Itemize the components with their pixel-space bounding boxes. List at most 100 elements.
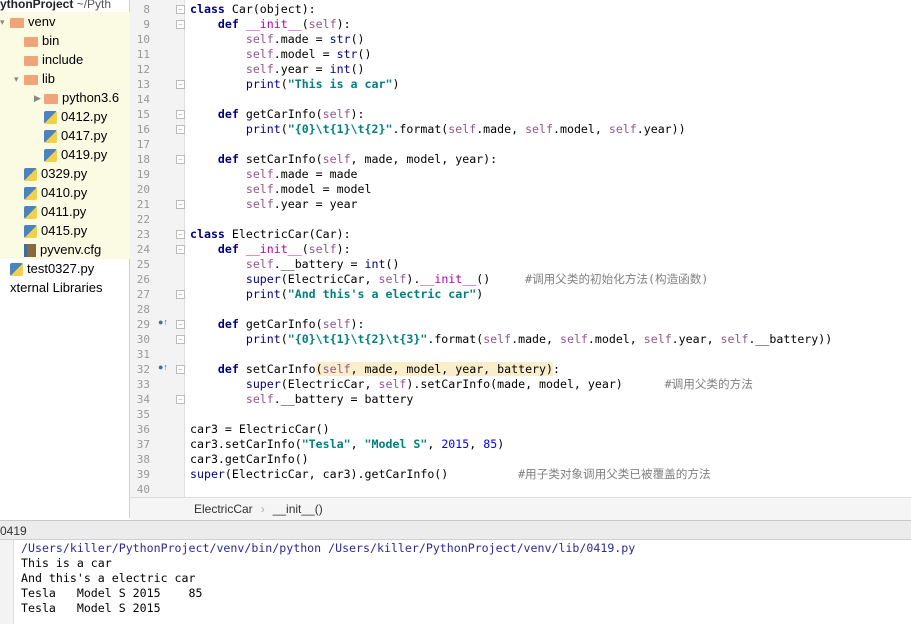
code-token: self [245, 62, 274, 76]
code-token: .format( [427, 332, 484, 346]
code-token: str [336, 47, 358, 61]
code-token: self [559, 332, 588, 346]
code-token: self [308, 242, 337, 256]
override-icon[interactable]: ●↑ [158, 362, 168, 372]
code-editor[interactable]: class Car(object): def __init__(self): s… [185, 0, 911, 497]
breadcrumb-method[interactable]: __init__() [273, 502, 323, 516]
line-number: 38 [136, 453, 150, 466]
tree-item[interactable]: 0411.py [0, 202, 130, 221]
code-token: (ElectricCar, [280, 377, 379, 391]
code-token: print [245, 122, 281, 136]
code-line: self.year = int() [190, 62, 365, 77]
code-token: self [378, 272, 407, 286]
code-token: self [378, 377, 407, 391]
code-token: str [329, 32, 351, 46]
line-number: 11 [136, 48, 150, 61]
chevron-down-icon[interactable]: ▾ [0, 13, 10, 32]
tree-item-label: bin [42, 33, 60, 48]
code-token: ( [280, 122, 288, 136]
fold-icon[interactable]: – [176, 125, 185, 134]
line-number: 31 [136, 348, 150, 361]
tree-item[interactable]: 0329.py [0, 164, 130, 183]
tree-item[interactable]: ▶ python3.6 [0, 88, 130, 107]
code-token: __init__ [245, 17, 302, 31]
code-token: super [245, 272, 281, 286]
code-token: class [190, 2, 232, 16]
folder-icon [24, 55, 38, 66]
code-token: "And this's a electric car" [287, 287, 477, 301]
code-token: "This is a car" [287, 77, 393, 91]
chevron-down-icon[interactable]: ▾ [14, 70, 24, 89]
fold-icon[interactable]: – [176, 320, 185, 329]
tree-item[interactable]: bin [0, 31, 130, 50]
fold-icon[interactable]: – [176, 5, 185, 14]
fold-icon[interactable]: – [176, 335, 185, 344]
code-line: class ElectricCar(Car): [190, 227, 351, 242]
code-token: ). [406, 272, 421, 286]
output-line: This is a car [21, 556, 112, 570]
code-token: .model, [587, 332, 644, 346]
code-token: .model, [553, 122, 609, 136]
fold-icon[interactable]: – [176, 230, 185, 239]
fold-icon[interactable]: – [176, 290, 185, 299]
fold-icon[interactable]: – [176, 80, 185, 89]
code-token: int [364, 257, 386, 271]
line-number: 23 [136, 228, 150, 241]
tree-item[interactable]: 0419.py [0, 145, 130, 164]
code-token: , [427, 437, 442, 451]
fold-icon[interactable]: – [176, 365, 185, 374]
tree-item[interactable]: 0415.py [0, 221, 130, 240]
tree-item-label: lib [42, 71, 56, 86]
chevron-right-icon[interactable]: ▶ [34, 89, 44, 108]
fold-icon[interactable]: – [176, 395, 185, 404]
tree-item[interactable]: xternal Libraries [0, 278, 130, 297]
output-line: /Users/killer/PythonProject/venv/bin/pyt… [21, 541, 636, 555]
code-token: self [245, 197, 274, 211]
code-token: def [217, 362, 246, 376]
tree-item-label: test0327.py [27, 261, 95, 276]
code-line: class Car(object): [190, 2, 316, 17]
fold-icon[interactable]: – [176, 155, 185, 164]
code-token: int [329, 62, 351, 76]
fold-icon[interactable]: – [176, 20, 185, 29]
code-token: __init__ [420, 272, 477, 286]
breadcrumb-class[interactable]: ElectricCar [194, 502, 253, 516]
code-token: ( [280, 77, 288, 91]
fold-icon[interactable]: – [176, 110, 185, 119]
line-number: 25 [136, 258, 150, 271]
code-line: def setCarInfo(self, made, model, year): [190, 152, 497, 167]
line-number: 20 [136, 183, 150, 196]
chevron-right-icon: › [260, 502, 265, 516]
code-line: def __init__(self): [190, 17, 351, 32]
line-number: 9 [143, 18, 150, 31]
code-line: super(ElectricCar, self).__init__() #调用父… [190, 272, 709, 287]
code-line: def getCarInfo(self): [190, 317, 365, 332]
tree-item[interactable]: test0327.py [0, 259, 130, 278]
tree-item-label: 0419.py [61, 147, 108, 162]
code-token: self [643, 332, 672, 346]
code-token: .year = year [273, 197, 358, 211]
tree-item[interactable]: 0410.py [0, 183, 130, 202]
code-line: self.year = year [190, 197, 358, 212]
code-token: setCarInfo( [245, 152, 323, 166]
code-token: .format( [392, 122, 449, 136]
code-token: self [720, 332, 749, 346]
tree-item[interactable]: ▾ venv [0, 12, 130, 31]
output-line: Tesla Model S 2015 [21, 601, 161, 615]
override-icon[interactable]: ●↑ [158, 317, 168, 327]
fold-icon[interactable]: – [176, 200, 185, 209]
tree-item[interactable]: include [0, 50, 130, 69]
tree-item[interactable]: ▾ lib [0, 69, 130, 88]
tree-item[interactable]: 0417.py [0, 126, 130, 145]
fold-icon[interactable]: – [176, 245, 185, 254]
run-tab[interactable]: 0419 [0, 524, 27, 538]
tree-item[interactable]: 0412.py [0, 107, 130, 126]
code-line: self.made = str() [190, 32, 365, 47]
tree-item-label: python3.6 [62, 90, 120, 105]
code-token: () [357, 47, 372, 61]
line-number: 32 [136, 363, 150, 376]
tree-item[interactable]: pyvenv.cfg [0, 240, 130, 259]
